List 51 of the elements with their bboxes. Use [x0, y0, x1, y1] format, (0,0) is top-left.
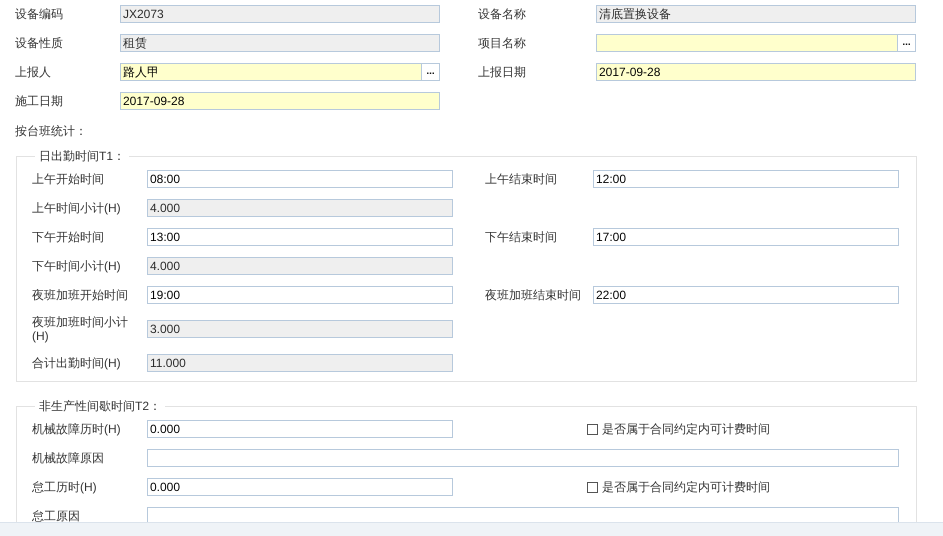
field-label: 设备编码	[15, 7, 64, 21]
field-label: 施工日期	[15, 94, 64, 108]
group-title: 非生产性间歇时间T2：	[38, 399, 162, 413]
section-label: 按台班统计：	[15, 124, 88, 138]
text-field[interactable]: 0.000	[147, 420, 453, 438]
text-field[interactable]: 路人甲	[120, 63, 422, 81]
field-label: 下午结束时间	[485, 230, 558, 244]
lookup-button[interactable]: ...	[898, 34, 916, 52]
field-label: 合计出勤时间(H)	[32, 356, 122, 370]
text-field[interactable]: 11.000	[147, 354, 453, 372]
text-field[interactable]: 清底置换设备	[596, 5, 916, 23]
text-field[interactable]: 2017-09-28	[596, 63, 916, 81]
text-field[interactable]: 13:00	[147, 228, 453, 246]
text-field[interactable]: 19:00	[147, 286, 453, 304]
field-label: 上午时间小计(H)	[32, 201, 122, 215]
text-field[interactable]: 4.000	[147, 199, 453, 217]
field-label: 上午开始时间	[32, 172, 105, 186]
text-field[interactable]: 08:00	[147, 170, 453, 188]
text-field[interactable]: 22:00	[593, 286, 899, 304]
text-field[interactable]: 3.000	[147, 320, 453, 338]
field-label: 上报人	[15, 65, 52, 79]
field-label: 怠工历时(H)	[32, 480, 98, 494]
field-label: 上报日期	[478, 65, 527, 79]
checkbox-label: 是否属于合同约定内可计费时间	[602, 478, 770, 496]
field-label: 夜班加班结束时间	[485, 288, 582, 302]
text-field[interactable]: JX2073	[120, 5, 440, 23]
checkbox[interactable]	[587, 482, 598, 492]
text-field[interactable]: 租赁	[120, 34, 440, 52]
checkbox-label: 是否属于合同约定内可计费时间	[602, 420, 770, 438]
text-field[interactable]: 0.000	[147, 478, 453, 496]
field-label: 设备名称	[478, 7, 527, 21]
field-label: 下午开始时间	[32, 230, 105, 244]
checkbox[interactable]	[587, 424, 598, 434]
field-label: 上午结束时间	[485, 172, 558, 186]
lookup-button[interactable]: ...	[422, 63, 440, 81]
field-label: 项目名称	[478, 36, 527, 50]
text-field[interactable]	[596, 34, 898, 52]
field-label: 夜班加班开始时间	[32, 288, 129, 302]
text-field[interactable]: 12:00	[593, 170, 899, 188]
field-label: 机械故障历时(H)	[32, 422, 122, 436]
group-title: 日出勤时间T1：	[38, 149, 126, 163]
text-field[interactable]: 4.000	[147, 257, 453, 275]
field-label: 设备性质	[15, 36, 64, 50]
field-label: 下午时间小计(H)	[32, 259, 122, 273]
field-label: 机械故障原因	[32, 451, 105, 465]
field-label: 怠工原因	[32, 509, 81, 522]
text-field[interactable]	[147, 449, 899, 467]
text-field[interactable]: 17:00	[593, 228, 899, 246]
field-label: 夜班加班时间小计(H)	[32, 315, 129, 343]
text-field[interactable]	[147, 507, 899, 522]
text-field[interactable]: 2017-09-28	[120, 92, 440, 110]
